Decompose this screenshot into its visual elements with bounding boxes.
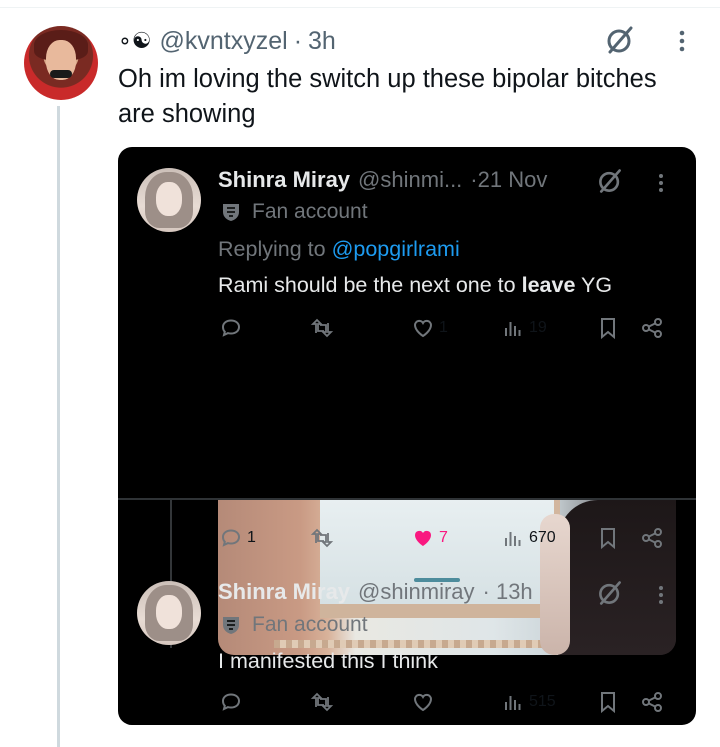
heart-icon (413, 693, 433, 712)
like-action: 1 (411, 316, 448, 340)
views-action: 670 (501, 526, 556, 550)
text-bold: leave (521, 273, 576, 297)
share-action (640, 690, 664, 714)
heart-icon (415, 530, 431, 546)
views-action: 515 (501, 690, 556, 714)
embed-handle: @shinmi... (358, 167, 463, 192)
views-count: 19 (529, 319, 547, 336)
reply-icon (221, 529, 241, 547)
embed-post1-text: Rami should be the next one to leave YG (218, 273, 612, 298)
retweet-action (310, 316, 334, 340)
separator-dot: · (293, 26, 303, 55)
share-action (640, 316, 664, 340)
bookmark-action (596, 690, 620, 714)
replying-label: Replying to (218, 237, 326, 261)
embed-display-name: Shinra Miray (218, 579, 351, 604)
shield-icon (223, 617, 239, 634)
avatar-detail (50, 70, 72, 78)
like-count: 1 (439, 319, 448, 336)
replying-mention: @popgirlrami (331, 237, 460, 261)
bookmark-action (596, 526, 620, 550)
top-divider (0, 7, 720, 8)
views-icon (505, 696, 521, 710)
bookmark-icon (601, 318, 615, 340)
retweet-icon (310, 528, 334, 548)
thread-line (57, 106, 60, 747)
more-icon[interactable] (672, 26, 692, 56)
views-count: 670 (529, 529, 556, 546)
retweet-action (310, 526, 334, 550)
user-handle[interactable]: @kvntxyzel (160, 27, 288, 56)
embed-post3-header: Shinra Miray @shinmiray · 13h (218, 579, 533, 605)
embed-time: · 13h (482, 579, 533, 604)
heart-icon (413, 319, 433, 338)
views-count: 515 (529, 693, 556, 710)
image-person (558, 500, 676, 655)
avatar-face (156, 595, 182, 629)
share-icon (642, 692, 662, 712)
bookmark-icon (601, 692, 615, 714)
reply-icon (221, 319, 241, 337)
embed-badge-label: Fan account (252, 613, 368, 636)
grok-icon[interactable] (604, 24, 636, 56)
like-action: 7 (411, 526, 448, 550)
embed-handle: @shinmiray (358, 579, 475, 604)
reply-action (219, 690, 243, 714)
more-icon (659, 586, 663, 604)
embed-badge-row: Fan account (222, 200, 368, 224)
text-part: YG (575, 273, 613, 297)
grok-icon (599, 581, 621, 605)
like-count: 7 (439, 529, 448, 546)
bookmark-action (596, 316, 620, 340)
reply-action (219, 316, 243, 340)
embed-badge-row: Fan account (222, 613, 368, 637)
embed-avatar (137, 168, 201, 232)
shield-icon (223, 204, 239, 221)
reply-icon (221, 693, 241, 711)
views-icon (505, 322, 521, 336)
text-part: Rami should be the next one to (218, 273, 522, 297)
share-action (640, 526, 664, 550)
grok-icon (599, 169, 621, 193)
share-icon (642, 318, 662, 338)
tweet-text: Oh im loving the switch up these bipolar… (118, 65, 657, 128)
views-icon (505, 532, 521, 546)
retweet-icon (310, 692, 334, 712)
reply-count: 1 (247, 529, 256, 546)
embed-post1-header: Shinra Miray @shinmi... ·21 Nov (218, 167, 547, 193)
embed-post3-text: I manifested this I think (218, 649, 438, 673)
embed-time: ·21 Nov (470, 167, 548, 192)
retweet-icon (310, 318, 334, 338)
bookmark-icon (601, 528, 615, 550)
views-action: 19 (501, 316, 547, 340)
image-sill (274, 640, 564, 648)
avatar[interactable] (24, 26, 98, 100)
name-glyphs[interactable]: ∘☯ (118, 28, 152, 54)
share-icon (642, 528, 662, 548)
tweet-header: ∘☯ @kvntxyzel · 3h (118, 26, 336, 56)
retweet-action (310, 690, 334, 714)
embed-badge-label: Fan account (252, 200, 368, 223)
embed-display-name: Shinra Miray (218, 167, 351, 192)
more-icon (659, 174, 663, 192)
embedded-screenshot[interactable]: Shinra Miray @shinmi... ·21 Nov Fan acco… (118, 147, 696, 725)
avatar-face (156, 182, 182, 216)
like-action (411, 690, 435, 714)
embed-avatar (137, 581, 201, 645)
replying-to: Replying to @popgirlrami (218, 237, 460, 262)
reply-action: 1 (219, 526, 256, 550)
tweet-time[interactable]: 3h (308, 27, 336, 56)
